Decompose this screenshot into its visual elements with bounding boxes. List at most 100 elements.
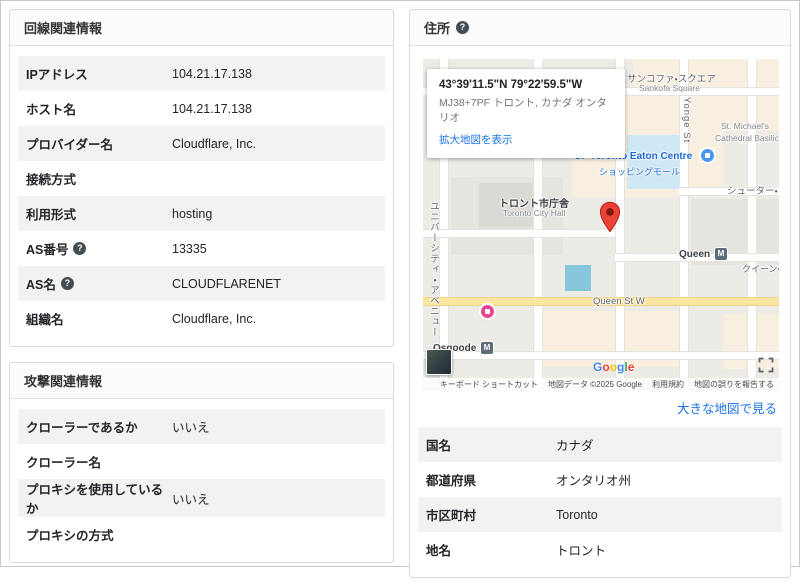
street-label-university-ave: ユニバーシティ・アベニュー bbox=[428, 201, 439, 338]
nathan-phillips-pool bbox=[565, 265, 591, 291]
google-logo[interactable]: Google bbox=[593, 360, 634, 374]
row-label: AS番号 ? bbox=[26, 239, 172, 258]
shopping-bag-glyph bbox=[705, 153, 710, 158]
left-column: 回線関連情報 IPアドレス 104.21.17.138 ホスト名 104.21.… bbox=[9, 9, 394, 563]
street-label-shuter-st: シューター・ス bbox=[727, 186, 779, 197]
store-glyph bbox=[485, 309, 490, 314]
table-row: ホスト名 104.21.17.138 bbox=[18, 91, 385, 126]
map-pin[interactable] bbox=[599, 201, 621, 238]
row-value: 104.21.17.138 bbox=[172, 101, 252, 116]
row-label: AS名 ? bbox=[26, 274, 172, 293]
row-label: クローラーであるか bbox=[26, 421, 138, 435]
osgoode-station-icon[interactable]: M bbox=[481, 342, 493, 354]
help-icon[interactable]: ? bbox=[73, 242, 87, 255]
eaton-centre-building bbox=[627, 135, 679, 189]
pin-icon bbox=[599, 201, 621, 233]
row-value: hosting bbox=[172, 206, 213, 221]
table-row: 組織名 Cloudflare, Inc. bbox=[18, 301, 385, 336]
table-row: 市区町村 Toronto bbox=[418, 497, 782, 532]
map-attribution-bar: キーボード ショートカット 地図データ ©2025 Google 利用規約 地図… bbox=[423, 378, 779, 391]
table-row: IPアドレス 104.21.17.138 bbox=[18, 56, 385, 91]
map-road bbox=[423, 351, 779, 360]
row-label-text: AS名 bbox=[26, 278, 56, 292]
row-label: IPアドレス bbox=[26, 68, 88, 82]
row-label: 地名 bbox=[426, 544, 452, 558]
line-info-table: IPアドレス 104.21.17.138 ホスト名 104.21.17.138 … bbox=[10, 46, 393, 346]
row-value: カナダ bbox=[556, 439, 594, 453]
attack-info-card-title: 攻撃関連情報 bbox=[24, 374, 103, 389]
help-icon[interactable]: ? bbox=[456, 21, 470, 34]
view-larger-map-row: 大きな地図で見る bbox=[410, 391, 790, 427]
poi-label-city-hall-en: Toronto City Hall bbox=[503, 208, 566, 218]
right-column: 住所 ? サンコファ・スクエア Sankofa Square Yonge St … bbox=[409, 9, 791, 578]
table-row: 利用形式 hosting bbox=[18, 196, 385, 231]
keyboard-shortcuts-link[interactable]: キーボード ショートカット bbox=[440, 379, 538, 390]
line-info-card-header: 回線関連情報 bbox=[10, 10, 393, 46]
row-label: 接続方式 bbox=[26, 173, 77, 187]
row-label: クローラー名 bbox=[26, 456, 102, 470]
poi-label-st-michaels: St. Michael's bbox=[721, 121, 769, 131]
view-larger-map-link[interactable]: 大きな地図で見る bbox=[677, 402, 777, 416]
address-table: 国名 カナダ 都道府県 オンタリオ州 市区町村 Toronto 地名 トロント bbox=[410, 427, 790, 577]
row-label: プロキシの方式 bbox=[26, 529, 114, 543]
fullscreen-icon[interactable] bbox=[758, 357, 774, 373]
row-label: 利用形式 bbox=[26, 208, 77, 222]
poi-label-st-michaels-2: Cathedral Basilica bbox=[715, 133, 779, 143]
attack-info-table: クローラーであるか いいえ クローラー名 プロキシを使用しているか いいえ プロ… bbox=[10, 399, 393, 562]
terms-link[interactable]: 利用規約 bbox=[652, 379, 684, 390]
shopping-mall-icon[interactable] bbox=[701, 149, 714, 162]
map-section: サンコファ・スクエア Sankofa Square Yonge St St. M… bbox=[410, 46, 790, 391]
table-row: プロバイダー名 Cloudflare, Inc. bbox=[18, 126, 385, 161]
line-info-card: 回線関連情報 IPアドレス 104.21.17.138 ホスト名 104.21.… bbox=[9, 9, 394, 347]
poi-label-eaton-centre-sub: ショッピングモール bbox=[599, 167, 681, 177]
map-road bbox=[423, 229, 615, 238]
row-label: 市区町村 bbox=[426, 509, 477, 523]
table-row: 都道府県 オンタリオ州 bbox=[418, 462, 782, 497]
enlarge-map-link[interactable]: 拡大地図を表示 bbox=[439, 132, 513, 147]
row-label: プロバイダー名 bbox=[26, 138, 114, 152]
report-error-link[interactable]: 地図の誤りを報告する bbox=[694, 379, 774, 390]
street-label-yonge-st: Yonge St bbox=[681, 97, 692, 144]
store-marker-icon[interactable] bbox=[481, 305, 494, 318]
row-label: 組織名 bbox=[26, 313, 64, 327]
google-logo-letter: G bbox=[593, 360, 603, 374]
google-logo-letter: o bbox=[602, 360, 610, 374]
row-value: 13335 bbox=[172, 241, 207, 256]
row-label: ホスト名 bbox=[26, 103, 77, 117]
table-row: 地名 トロント bbox=[418, 532, 782, 567]
table-row: 接続方式 bbox=[18, 161, 385, 196]
satellite-toggle-thumbnail[interactable] bbox=[426, 349, 452, 375]
attack-info-card-header: 攻撃関連情報 bbox=[10, 363, 393, 399]
row-label: 国名 bbox=[426, 439, 452, 453]
coordinates-text: 43°39'11.5"N 79°22'59.5"W bbox=[439, 79, 583, 91]
line-info-card-title: 回線関連情報 bbox=[24, 21, 103, 36]
table-row: AS名 ? CLOUDFLARENET bbox=[18, 266, 385, 301]
google-logo-letter: o bbox=[609, 360, 618, 374]
table-row: プロキシの方式 bbox=[18, 517, 385, 552]
station-label-queen[interactable]: Queen bbox=[679, 249, 710, 260]
attack-info-card: 攻撃関連情報 クローラーであるか いいえ クローラー名 プロキシを使用しているか… bbox=[9, 362, 394, 563]
row-value: Cloudflare, Inc. bbox=[172, 136, 257, 151]
table-row: プロキシを使用しているか いいえ bbox=[18, 479, 385, 517]
google-map[interactable]: サンコファ・スクエア Sankofa Square Yonge St St. M… bbox=[423, 59, 779, 391]
row-value: いいえ bbox=[172, 421, 210, 435]
street-label-queen-st-w: Queen St W bbox=[593, 296, 645, 307]
row-value: Toronto bbox=[556, 507, 598, 522]
map-road bbox=[747, 59, 757, 391]
row-value: CLOUDFLARENET bbox=[172, 276, 282, 291]
row-value: オンタリオ州 bbox=[556, 474, 632, 488]
map-data-text: 地図データ ©2025 Google bbox=[548, 380, 642, 389]
address-card-title: 住所 bbox=[424, 21, 451, 36]
street-label-queen-kana: クイーン・ス bbox=[742, 264, 779, 274]
google-logo-letter: e bbox=[627, 360, 635, 374]
row-label: 都道府県 bbox=[426, 474, 477, 488]
row-label-text: AS番号 bbox=[26, 243, 69, 257]
table-row: 国名 カナダ bbox=[418, 427, 782, 462]
row-value: トロント bbox=[556, 544, 607, 558]
help-icon[interactable]: ? bbox=[60, 277, 74, 290]
plus-code-text: MJ38+7PF トロント, カナダ オンタリオ bbox=[439, 97, 607, 124]
map-info-window: 43°39'11.5"N 79°22'59.5"W MJ38+7PF トロント,… bbox=[427, 69, 625, 159]
row-label: プロキシを使用しているか bbox=[26, 483, 164, 516]
table-row: AS番号 ? 13335 bbox=[18, 231, 385, 266]
queen-station-icon[interactable]: M bbox=[715, 248, 727, 260]
